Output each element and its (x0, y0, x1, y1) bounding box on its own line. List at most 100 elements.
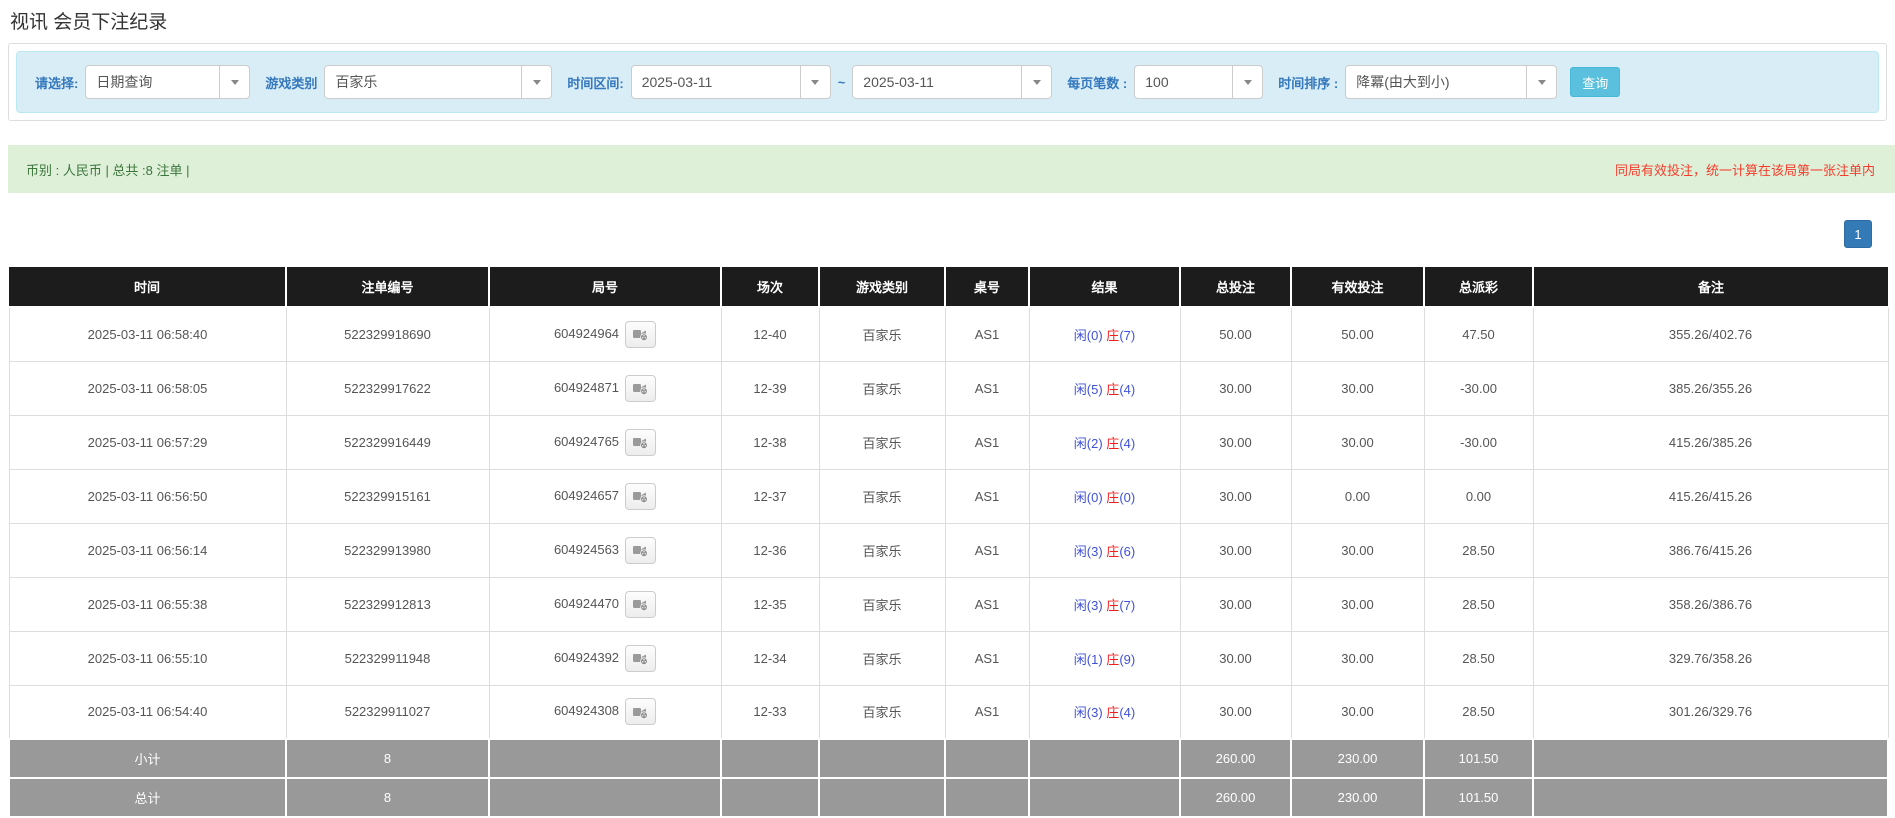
result-banker: 庄 (1106, 543, 1120, 559)
cell-time: 2025-03-11 06:55:10 (8, 630, 287, 686)
result-player: 闲(5) (1073, 381, 1103, 397)
cell-remark: 385.26/355.26 (1532, 360, 1889, 416)
cell-remark: 386.76/415.26 (1532, 522, 1889, 578)
cell-remark: 415.26/385.26 (1532, 414, 1889, 470)
cell-payout: 28.50 (1423, 684, 1534, 740)
result-banker-count: (6) (1119, 543, 1136, 559)
cell-payout: 28.50 (1423, 630, 1534, 686)
cell-result: 闲(5) 庄(4) (1028, 360, 1181, 416)
result-banker: 庄 (1106, 705, 1120, 721)
sort-select[interactable]: 降冪(由大到小) (1345, 65, 1558, 99)
cell-payout: -30.00 (1423, 360, 1534, 416)
search-button[interactable]: 查询 (1570, 67, 1621, 97)
round-id-text: 604924964 (553, 325, 620, 341)
chevron-down-icon (219, 66, 249, 98)
result-banker: 庄 (1106, 435, 1120, 451)
table-row: 2025-03-11 06:56:50 522329915161 6049246… (8, 468, 1889, 524)
cell-game-type: 百家乐 (818, 468, 946, 524)
cell-total-bet[interactable]: 30.00 (1179, 468, 1292, 524)
video-replay-button[interactable] (625, 482, 657, 510)
total-valid-bet: 230.00 (1290, 777, 1425, 818)
video-replay-button[interactable] (625, 536, 657, 564)
column-header-7: 总投注 (1180, 267, 1292, 308)
cell-table-no: AS1 (944, 630, 1030, 686)
date-to-select[interactable]: 2025-03-11 (852, 65, 1053, 99)
cell-game-type: 百家乐 (818, 360, 946, 416)
cell-session: 12-39 (720, 360, 820, 416)
cell-table-no: AS1 (944, 468, 1030, 524)
cell-total-bet[interactable]: 50.00 (1179, 306, 1292, 362)
query-type-select[interactable]: 日期查询 (85, 65, 251, 99)
result-banker-count: (4) (1119, 705, 1136, 721)
cell-bet-id: 522329916449 (285, 414, 490, 470)
cell-game-type: 百家乐 (818, 306, 946, 362)
video-replay-button[interactable] (625, 644, 657, 672)
cell-total-bet[interactable]: 30.00 (1179, 360, 1292, 416)
cell-game-type: 百家乐 (818, 576, 946, 632)
video-replay-button[interactable] (625, 428, 657, 456)
cell-round-id: 604924392 (488, 630, 722, 686)
table-row: 2025-03-11 06:54:40 522329911027 6049243… (8, 684, 1889, 740)
total-total-bet: 260.00 (1179, 777, 1292, 818)
cell-valid-bet: 30.00 (1290, 522, 1425, 578)
column-header-8: 有效投注 (1291, 267, 1425, 308)
video-replay-button[interactable] (625, 320, 657, 348)
page-size-value: 100 (1145, 74, 1169, 90)
video-replay-button[interactable] (625, 698, 657, 726)
cell-total-bet[interactable]: 30.00 (1179, 576, 1292, 632)
chevron-down-icon (1526, 66, 1556, 98)
currency-total-text: 币别 : 人民币 | 总共 :8 注单 | (26, 162, 190, 178)
result-player: 闲(0) (1073, 327, 1103, 343)
cell-total-bet[interactable]: 30.00 (1179, 414, 1292, 470)
cell-bet-id: 522329911948 (285, 630, 490, 686)
cell-result: 闲(1) 庄(9) (1028, 630, 1181, 686)
page-size-select[interactable]: 100 (1134, 65, 1264, 99)
cell-bet-id: 522329918690 (285, 306, 490, 362)
table-row: 2025-03-11 06:57:29 522329916449 6049247… (8, 414, 1889, 470)
result-player: 闲(3) (1073, 597, 1103, 613)
result-banker: 庄 (1106, 327, 1120, 343)
cell-total-bet[interactable]: 30.00 (1179, 630, 1292, 686)
cell-valid-bet: 30.00 (1290, 576, 1425, 632)
cell-bet-id: 522329912813 (285, 576, 490, 632)
total-count: 8 (285, 777, 490, 818)
cell-session: 12-34 (720, 630, 820, 686)
cell-session: 12-37 (720, 468, 820, 524)
column-header-2: 局号 (489, 267, 722, 308)
time-range-label: 时间区间: (567, 75, 624, 91)
cell-time: 2025-03-11 06:58:05 (8, 360, 287, 416)
total-payout: 101.50 (1423, 777, 1534, 818)
video-replay-button[interactable] (625, 590, 657, 618)
bets-table: 时间 注单编号 局号 场次 游戏类别 桌号 结果 总投注 有效投注 总派彩 备注 2025-03-1… (8, 267, 1889, 818)
cell-payout: -30.00 (1423, 414, 1534, 470)
video-file-icon (633, 546, 648, 557)
date-from-select[interactable]: 2025-03-11 (630, 65, 831, 99)
total-label: 总计 (8, 777, 287, 818)
filter-panel: 请选择: 日期查询 游戏类别 百家乐 时间区间: 2025-03-11 ~ 20… (8, 43, 1887, 121)
cell-total-bet[interactable]: 30.00 (1179, 684, 1292, 740)
cell-session: 12-38 (720, 414, 820, 470)
cell-round-id: 604924765 (488, 414, 722, 470)
video-replay-button[interactable] (625, 374, 657, 402)
cell-valid-bet: 30.00 (1290, 414, 1425, 470)
cell-table-no: AS1 (944, 576, 1030, 632)
subtotal-total-bet: 260.00 (1179, 738, 1292, 779)
game-type-select[interactable]: 百家乐 (324, 65, 553, 99)
column-header-5: 桌号 (945, 267, 1030, 308)
cell-bet-id: 522329913980 (285, 522, 490, 578)
cell-payout: 28.50 (1423, 522, 1534, 578)
cell-table-no: AS1 (944, 306, 1030, 362)
cell-total-bet[interactable]: 30.00 (1179, 522, 1292, 578)
cell-round-id: 604924871 (488, 360, 722, 416)
cell-table-no: AS1 (944, 414, 1030, 470)
cell-result: 闲(0) 庄(7) (1028, 306, 1181, 362)
cell-session: 12-35 (720, 576, 820, 632)
query-type-value: 日期查询 (96, 74, 153, 90)
result-banker-count: (4) (1119, 435, 1136, 451)
cell-result: 闲(3) 庄(4) (1028, 684, 1181, 740)
cell-session: 12-36 (720, 522, 820, 578)
table-row: 2025-03-11 06:58:05 522329917622 6049248… (8, 360, 1889, 416)
page-button-1[interactable]: 1 (1844, 220, 1872, 248)
cell-remark: 355.26/402.76 (1532, 306, 1889, 362)
column-header-3: 场次 (721, 267, 820, 308)
